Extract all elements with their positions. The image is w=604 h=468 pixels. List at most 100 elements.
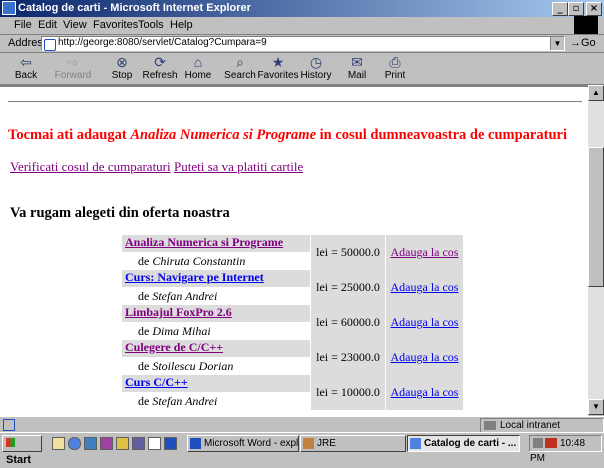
word-icon — [190, 438, 201, 449]
add-to-cart-link[interactable]: Adauga la cos — [391, 385, 459, 399]
home-button[interactable]: ⌂ Home — [177, 54, 219, 84]
back-button[interactable]: ⇦ Back — [5, 54, 47, 84]
home-label: Home — [184, 70, 212, 81]
close-button[interactable]: × — [586, 2, 602, 16]
book-table: Analiza Numerica si Programe lei = 50000.… — [122, 235, 463, 410]
book-row: Analiza Numerica si Programe lei = 50000.… — [122, 235, 463, 270]
printer-icon: ⎙ — [389, 54, 401, 70]
menu-favorites[interactable]: Favorites — [93, 19, 138, 31]
book-title-cell: Curs: Navigare pe Internet — [122, 270, 310, 287]
pay-link[interactable]: Puteti sa va platiti cartile — [174, 159, 303, 175]
ie-task-icon — [410, 438, 421, 449]
book-row: Curs: Navigare pe Internet lei = 25000.0 A… — [122, 270, 463, 305]
menu-tools[interactable]: Tools — [138, 19, 164, 31]
maximize-button[interactable]: ▫ — [568, 2, 584, 16]
scroll-down-icon[interactable]: ▼ — [588, 399, 604, 415]
start-label: Start — [6, 454, 32, 466]
history-icon: ◷ — [309, 54, 323, 70]
task-jre-label: JRE — [317, 438, 336, 449]
stop-button[interactable]: ⊗ Stop — [101, 54, 143, 84]
add-to-cart-link[interactable]: Adauga la cos — [391, 280, 459, 294]
speaker-icon[interactable] — [533, 438, 543, 449]
scroll-up-icon[interactable]: ▲ — [588, 85, 604, 101]
refresh-button[interactable]: ⟳ Refresh — [139, 54, 181, 84]
cart-message: Tocmai ati adaugat Analiza Numerica si P… — [8, 127, 567, 144]
add-to-cart-link[interactable]: Adauga la cos — [391, 350, 459, 364]
book-author-cell: de Stefan Andrei — [122, 287, 310, 305]
address-url: http://george:8080/servlet/Catalog?Cumpa… — [58, 37, 267, 48]
menu-help[interactable]: Help — [170, 19, 193, 31]
menu-view[interactable]: View — [63, 19, 87, 31]
book-price: lei = 10000.0 — [310, 375, 385, 410]
book-title-link[interactable]: Analiza Numerica si Programe — [122, 235, 283, 249]
vertical-scrollbar[interactable]: ▲ ▼ — [588, 85, 604, 415]
by-label: de — [138, 393, 150, 408]
windows-flag-icon — [6, 438, 15, 447]
forward-arrow-icon: ⇨ — [67, 54, 79, 70]
favorites-icon: ★ — [271, 54, 285, 70]
start-button[interactable]: Start — [2, 435, 42, 466]
go-button[interactable]: →Go — [570, 37, 596, 49]
task-jre[interactable]: JRE — [300, 435, 406, 452]
address-input[interactable]: http://george:8080/servlet/Catalog?Cumpa… — [41, 36, 565, 51]
view-cart-link[interactable]: Verificati cosul de cumparaturi — [10, 159, 171, 175]
add-to-cart-link[interactable]: Adauga la cos — [391, 315, 459, 329]
book-author-cell: de Stoilescu Dorian — [122, 357, 310, 375]
windows-logo-icon — [574, 16, 598, 34]
tray-app-icon[interactable] — [545, 438, 557, 449]
history-button[interactable]: ◷ History — [295, 54, 337, 84]
history-label: History — [300, 70, 332, 81]
quicklaunch-tool-icon[interactable] — [116, 437, 129, 450]
book-price: lei = 50000.0 — [310, 235, 385, 270]
page-content: Tocmai ati adaugat Analiza Numerica si P… — [0, 85, 588, 417]
task-catalog[interactable]: Catalog de carti - ... — [407, 435, 520, 452]
menu-edit[interactable]: Edit — [38, 19, 57, 31]
taskbar: Start Microsoft Word - explic... JRE Cat… — [0, 432, 604, 466]
forward-button[interactable]: ⇨ Forward — [52, 54, 94, 84]
book-title-cell: Curs C/C++ — [122, 375, 310, 392]
quicklaunch-outlook-icon[interactable] — [84, 437, 97, 450]
task-catalog-label: Catalog de carti - ... — [424, 438, 517, 449]
mail-button[interactable]: ✉ Mail — [336, 54, 378, 84]
favorites-button[interactable]: ★ Favorites — [257, 54, 299, 84]
system-tray: 10:48 PM — [529, 435, 602, 464]
chevron-down-icon[interactable]: ▼ — [550, 37, 564, 50]
add-to-cart-cell: Adauga la cos — [385, 270, 463, 305]
window-title: Catalog de carti - Microsoft Internet Ex… — [18, 2, 251, 14]
print-button[interactable]: ⎙ Print — [374, 54, 416, 84]
mail-label: Mail — [347, 70, 367, 81]
message-suffix: in cosul dumneavoastra de cumparaturi — [316, 127, 567, 143]
book-row: Culegere de C/C++ lei = 23000.0 Adauga la … — [122, 340, 463, 375]
book-author: Stoilescu Dorian — [152, 358, 234, 373]
book-title-link[interactable]: Curs: Navigare pe Internet — [122, 270, 264, 284]
scroll-thumb[interactable] — [588, 147, 604, 287]
add-to-cart-cell: Adauga la cos — [385, 340, 463, 375]
menu-file[interactable]: File — [14, 19, 32, 31]
book-author: Stefan Andrei — [152, 393, 218, 408]
search-button[interactable]: ⌕ Search — [219, 54, 261, 84]
quicklaunch-desktop-icon[interactable] — [52, 437, 65, 450]
search-label: Search — [224, 70, 256, 81]
book-title-link[interactable]: Curs C/C++ — [122, 375, 188, 389]
ie-icon — [2, 1, 16, 15]
quicklaunch-ie-icon[interactable] — [68, 437, 81, 450]
book-row: Curs C/C++ lei = 10000.0 Adauga la cos — [122, 375, 463, 410]
book-author-cell: de Stefan Andrei — [122, 392, 310, 410]
book-row: Limbajul FoxPro 2.6 lei = 60000.0 Adauga l… — [122, 305, 463, 340]
quicklaunch-word-icon[interactable] — [164, 437, 177, 450]
page-status-icon — [3, 419, 15, 431]
refresh-icon: ⟳ — [154, 54, 166, 70]
quicklaunch-blank-icon[interactable] — [148, 437, 161, 450]
minimize-button[interactable]: _ — [552, 2, 568, 16]
stop-icon: ⊗ — [116, 54, 128, 70]
by-label: de — [138, 358, 150, 373]
quicklaunch-app-icon[interactable] — [100, 437, 113, 450]
book-title-link[interactable]: Limbajul FoxPro 2.6 — [122, 305, 232, 319]
book-title-link[interactable]: Culegere de C/C++ — [122, 340, 223, 354]
divider — [8, 101, 582, 103]
task-word[interactable]: Microsoft Word - explic... — [187, 435, 299, 452]
quicklaunch-window-icon[interactable] — [132, 437, 145, 450]
book-author: Dima Mihai — [152, 323, 211, 338]
security-zone: Local intranet — [480, 418, 604, 433]
add-to-cart-link[interactable]: Adauga la cos — [391, 245, 459, 259]
